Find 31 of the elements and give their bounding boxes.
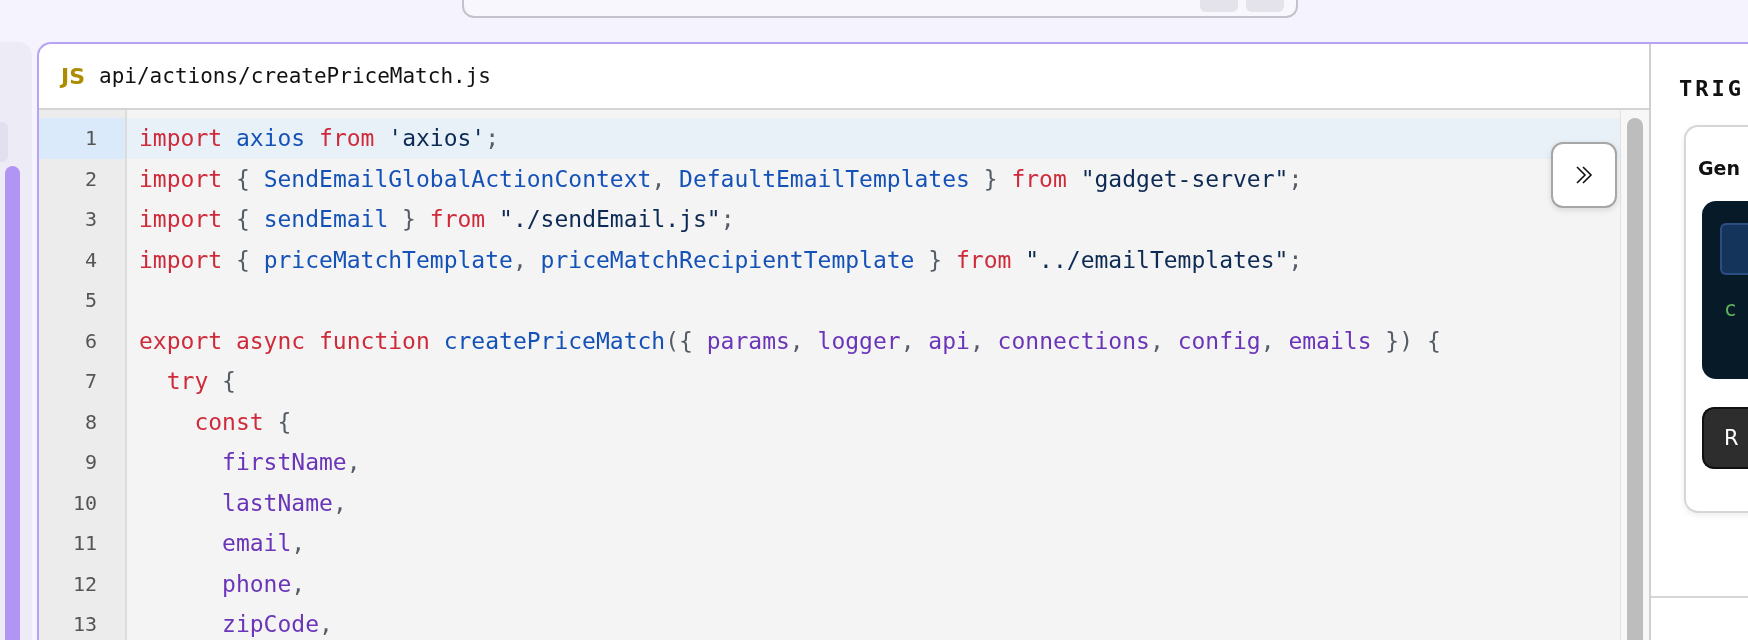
file-path: api/actions/createPriceMatch.js bbox=[99, 64, 491, 88]
line-number: 8 bbox=[83, 408, 98, 436]
panel-heading: TRIG bbox=[1679, 76, 1745, 101]
line-number: 2 bbox=[83, 165, 98, 193]
code-line: zipCode, bbox=[221, 611, 333, 637]
code-line: lastName, bbox=[221, 489, 347, 516]
card-title: Gen bbox=[1698, 157, 1741, 179]
run-button[interactable]: R bbox=[1702, 407, 1748, 469]
line-number: 7 bbox=[83, 368, 98, 395]
code-line: export async function createPriceMatch({ params, logger, api, connections, config, emails }) { bbox=[139, 327, 1441, 354]
code-line: email, bbox=[221, 530, 306, 556]
code-line: import axios from 'axios'; bbox=[139, 125, 500, 151]
line-number: 10 bbox=[71, 489, 98, 517]
line-number: 13 bbox=[71, 611, 98, 638]
code-line: import { sendEmail } from "./sendEmail.js"; bbox=[139, 206, 735, 232]
line-number: 6 bbox=[83, 327, 98, 355]
code-line: try { bbox=[165, 368, 236, 394]
code-text: c bbox=[1724, 297, 1737, 321]
line-number: 1 bbox=[39, 118, 125, 159]
code-line: import { SendEmailGlobalActionContext, DefaultEmailTemplates } from "gadget-server"; bbox=[139, 165, 1303, 192]
code-line: import { priceMatchTemplate, priceMatchRecipientTemplate } from "../emailTemplates"; bbox=[139, 246, 1303, 273]
line-number: 11 bbox=[71, 530, 98, 557]
language-label: JS bbox=[61, 63, 86, 89]
line-number: 4 bbox=[83, 246, 98, 274]
line-number: 12 bbox=[71, 570, 98, 598]
line-number: 5 bbox=[83, 287, 98, 314]
code-line: phone, bbox=[221, 570, 306, 597]
line-number: 9 bbox=[83, 449, 98, 476]
code-line: const { bbox=[193, 408, 292, 435]
line-number: 3 bbox=[83, 206, 98, 233]
code-line: firstName, bbox=[221, 449, 361, 475]
